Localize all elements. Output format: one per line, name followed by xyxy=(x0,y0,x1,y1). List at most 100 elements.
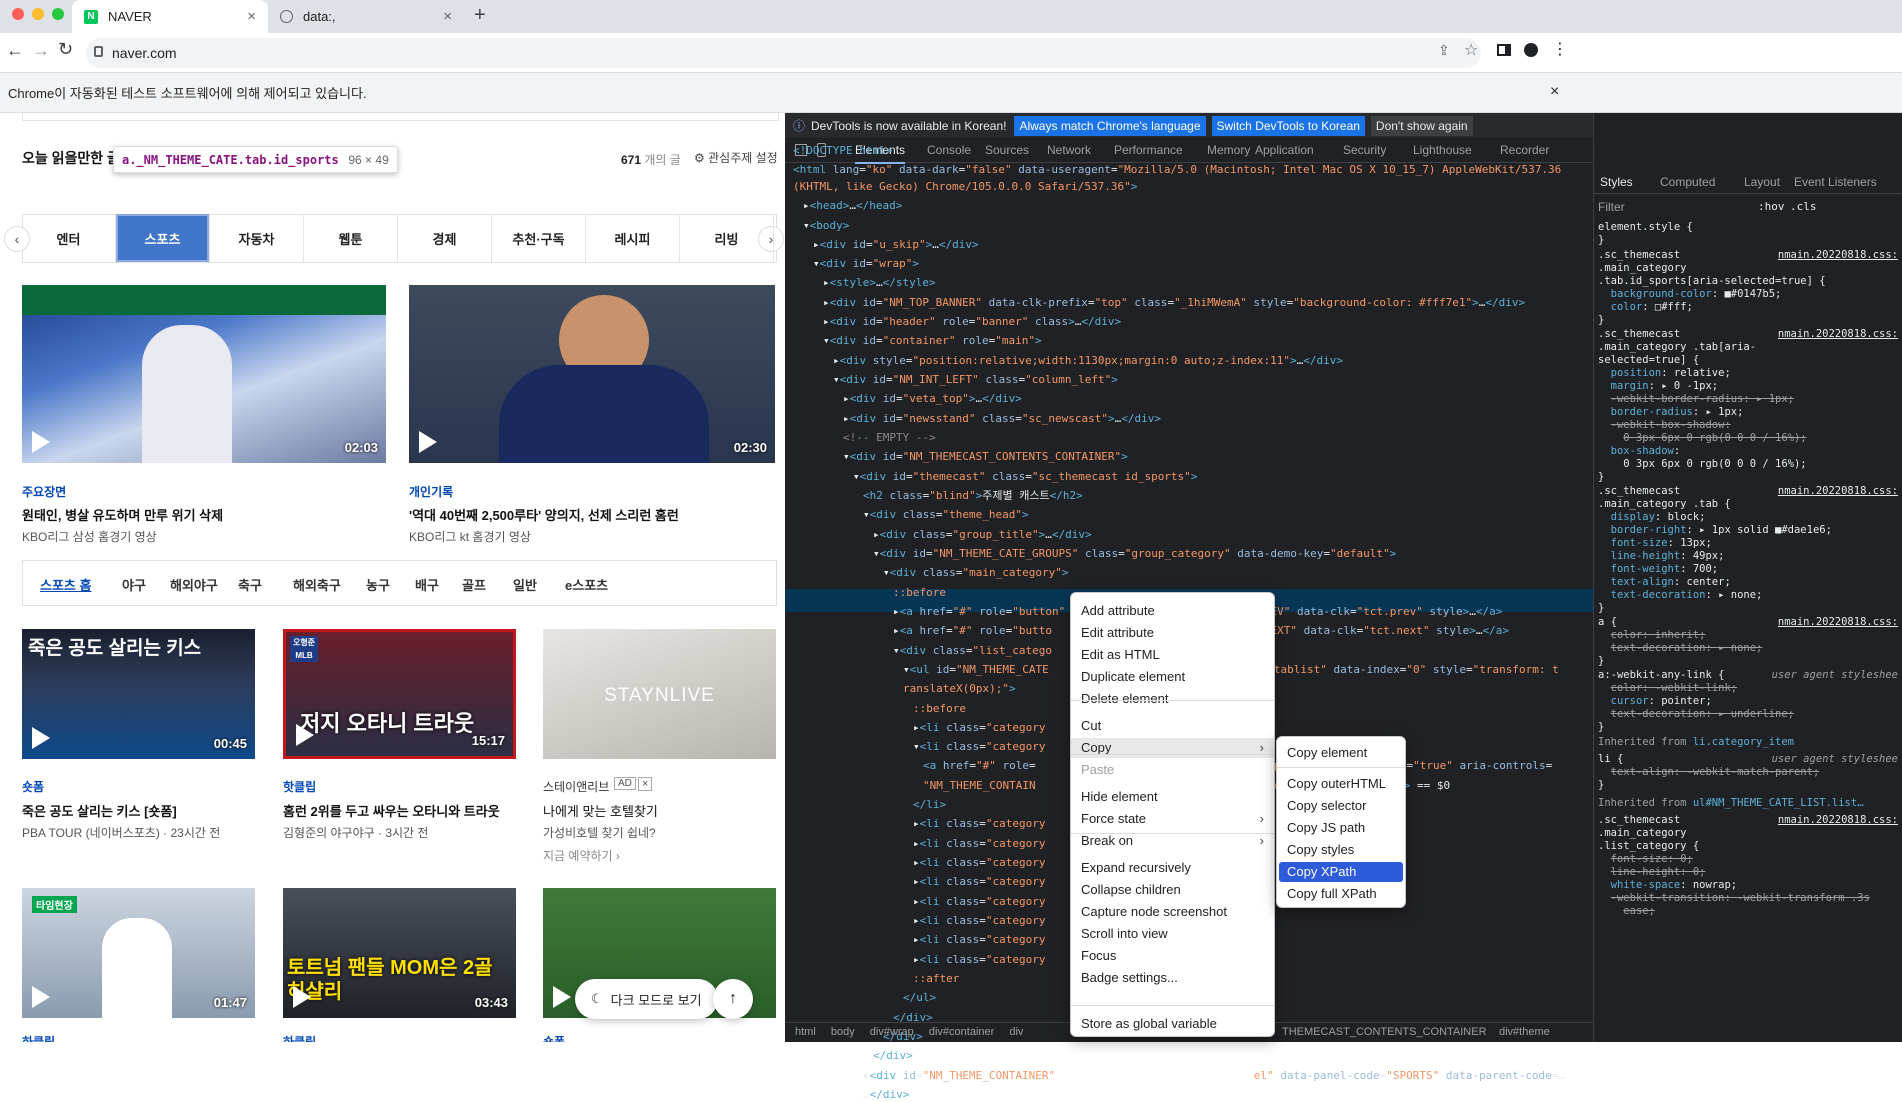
scroll-top-icon[interactable]: ↑ xyxy=(713,979,753,1019)
video-thumbnail[interactable]: 토트넘 팬들 MOM은 2골 히샬리 03:43 xyxy=(283,888,516,1018)
css-rule-line[interactable]: -webkit-box-shadow: xyxy=(1598,419,1731,432)
context-menu-item[interactable]: Copy xyxy=(1071,738,1274,758)
dom-node-line[interactable]: ▾<li class="category xyxy=(913,740,1045,754)
css-rule-line[interactable]: line-height: 49px; xyxy=(1598,550,1725,563)
css-rule-line[interactable]: text-align: -webkit-match-parent; xyxy=(1598,766,1820,779)
category-tab[interactable]: 레시피 xyxy=(586,214,680,262)
css-source-link[interactable]: nmain.20220818.css: xyxy=(1778,616,1898,628)
devtools-tab[interactable]: Application xyxy=(1255,143,1314,157)
styles-tab[interactable]: Styles xyxy=(1600,175,1633,189)
dom-node-line[interactable]: ::after xyxy=(913,972,959,986)
css-rule-line[interactable]: Inherited from li.category_item xyxy=(1598,736,1794,749)
context-menu-item[interactable]: Store as global variable xyxy=(1081,1014,1217,1034)
dom-node-line[interactable]: ▸<li class="category xyxy=(913,856,1045,870)
context-menu-item[interactable]: Badge settings... xyxy=(1081,968,1178,988)
category-tab[interactable]: 자동차 xyxy=(210,214,304,262)
subnav-item[interactable]: e스포츠 xyxy=(565,575,608,594)
css-rule-line[interactable]: selected=true] { xyxy=(1598,354,1699,367)
subnav-item[interactable]: 스포츠 홈 xyxy=(40,575,91,594)
css-rule-line[interactable]: .list_category { xyxy=(1598,840,1699,853)
ad-advertiser[interactable]: 스테이앤리브 xyxy=(543,778,609,795)
css-rule-line[interactable]: color: □#fff; xyxy=(1598,301,1693,314)
context-menu-item[interactable]: Delete element xyxy=(1081,689,1168,709)
devtools-tab[interactable]: Console xyxy=(927,143,971,157)
css-rule-line[interactable]: background-color: ■#0147b5; xyxy=(1598,288,1782,301)
dom-node-line[interactable]: ▸<li class="category xyxy=(913,721,1045,735)
subnav-item[interactable]: 야구 xyxy=(122,575,146,594)
css-rule-line[interactable]: -webkit-transition: -webkit-transform .3… xyxy=(1598,892,1870,905)
css-source-link[interactable]: nmain.20220818.css: xyxy=(1778,485,1898,497)
dom-node-line[interactable]: ▸<li class="category xyxy=(913,914,1045,928)
minimize-window-icon[interactable] xyxy=(32,8,44,20)
css-rule-line[interactable]: text-decoration: ▸ none; xyxy=(1598,642,1763,655)
css-rule-line[interactable]: li { xyxy=(1598,753,1623,766)
dom-node-line[interactable]: ▾<div class="list_catego xyxy=(893,644,1052,658)
category-tab[interactable]: 엔터 xyxy=(22,214,116,262)
devtools-tab[interactable]: Lighthouse xyxy=(1413,143,1472,157)
video-thumbnail[interactable]: 02:30 xyxy=(409,285,775,463)
context-menu-item[interactable]: Break on xyxy=(1081,831,1133,851)
css-rule-line[interactable]: position: relative; xyxy=(1598,367,1731,380)
devtools-tab[interactable]: Network xyxy=(1047,143,1091,157)
ad-close-icon[interactable]: × xyxy=(638,777,653,791)
dom-node-line[interactable]: </ul> xyxy=(903,991,936,1005)
css-rule-line[interactable]: font-size: 0; xyxy=(1598,853,1693,866)
dom-node-line[interactable]: ▸<head>…</head> xyxy=(803,199,902,213)
close-window-icon[interactable] xyxy=(12,8,24,20)
dom-node-line[interactable]: ▾<body> xyxy=(803,219,849,233)
dom-node-line[interactable]: </li> xyxy=(913,798,946,812)
css-rule-line[interactable]: 0 3px 6px 0 rgb(0 0 0 / 16%); xyxy=(1598,432,1806,445)
back-icon[interactable]: ← xyxy=(6,40,24,61)
ad-title[interactable]: 나에게 맞는 호텔찾기 xyxy=(543,801,658,820)
category-tab[interactable]: 추천·구독 xyxy=(492,214,586,262)
category-tab[interactable]: 리빙 xyxy=(680,214,774,262)
switch-korean-button[interactable]: Switch DevTools to Korean xyxy=(1211,115,1365,136)
dom-node-line[interactable]: ▾<div class="theme_head"> xyxy=(863,508,1029,522)
browser-tab-naver[interactable]: N NAVER × xyxy=(72,0,268,33)
css-rule-line[interactable]: cursor: pointer; xyxy=(1598,695,1712,708)
dom-node-line[interactable]: ▾<div id="NM_THEMECAST_CONTENTS_CONTAINE… xyxy=(843,450,1128,464)
copy-submenu-item[interactable]: Copy outerHTML xyxy=(1287,774,1386,794)
css-rule-line[interactable]: } xyxy=(1598,721,1604,734)
category-tab[interactable]: 웹툰 xyxy=(304,214,398,262)
context-menu-item[interactable]: Force state xyxy=(1081,809,1146,829)
hover-state-toggle[interactable]: :hov xyxy=(1758,200,1785,213)
context-menu-item[interactable]: Paste xyxy=(1081,760,1114,780)
context-menu-item[interactable]: Edit attribute xyxy=(1081,623,1154,643)
card-category[interactable]: 하클립 xyxy=(283,1033,316,1042)
css-source-link[interactable]: nmain.20220818.css: xyxy=(1778,249,1898,261)
devtools-tab[interactable]: Performance xyxy=(1114,143,1183,157)
video-thumbnail[interactable]: 오형준 MLB 저지 오타니 트라웃 15:17 xyxy=(283,629,516,759)
more-menu-icon[interactable]: ⋮ xyxy=(1552,39,1568,59)
subnav-item[interactable]: 농구 xyxy=(366,575,390,594)
dom-node-line[interactable]: <!-- EMPTY --> xyxy=(843,431,936,445)
card-category[interactable]: 개인기록 xyxy=(409,483,453,500)
copy-submenu-item[interactable]: Copy full XPath xyxy=(1287,884,1377,904)
video-thumbnail[interactable]: 죽은 공도 살리는 키스 00:45 xyxy=(22,629,255,759)
css-rule-line[interactable]: .main_category xyxy=(1598,827,1687,840)
css-rule-line[interactable]: a { xyxy=(1598,616,1617,629)
css-rule-line[interactable]: Inherited from ul#NM_THEME_CATE_LIST.lis… xyxy=(1598,797,1864,810)
browser-tab-data[interactable]: data:, × xyxy=(268,0,464,33)
css-rule-line[interactable]: font-weight: 700; xyxy=(1598,563,1718,576)
styles-tab[interactable]: Computed xyxy=(1660,175,1715,189)
css-rule-line[interactable]: a:-webkit-any-link { xyxy=(1598,669,1724,682)
context-menu-item[interactable]: Duplicate element xyxy=(1081,667,1185,687)
dom-node-line[interactable]: (KHTML, like Gecko) Chrome/105.0.0.0 Saf… xyxy=(793,180,1137,194)
side-panel-icon[interactable] xyxy=(1497,44,1511,56)
styles-filter-input[interactable]: Filter xyxy=(1598,200,1625,214)
dom-node-line[interactable]: ▸<li class="category xyxy=(913,895,1045,909)
video-thumbnail[interactable]: 타임현장 01:47 xyxy=(22,888,255,1018)
copy-submenu-item[interactable]: Copy element xyxy=(1287,743,1367,763)
omnibox[interactable]: naver.com xyxy=(86,38,1481,68)
card-title[interactable]: 홈런 2위를 두고 싸우는 오타니와 트라웃 xyxy=(283,801,500,820)
css-rule-line[interactable]: color: -webkit-link; xyxy=(1598,682,1737,695)
dom-node-line[interactable]: ▸<div id="header" role="banner" class>…<… xyxy=(823,315,1121,329)
card-title[interactable]: 원태인, 병살 유도하며 만루 위기 삭제 xyxy=(22,505,223,524)
card-category[interactable]: 숏폼 xyxy=(22,778,44,795)
css-rule-line[interactable]: border-right: ▸ 1px solid ■#dae1e6; xyxy=(1598,524,1832,537)
interest-settings-button[interactable]: ⚙ 관심주제 설정 xyxy=(694,149,778,166)
dom-node-line[interactable]: <h2 class="blind">주제별 캐스트</h2> xyxy=(863,489,1083,503)
css-rule-line[interactable]: line-height: 0; xyxy=(1598,866,1706,879)
subnav-item[interactable]: 일반 xyxy=(513,575,537,594)
